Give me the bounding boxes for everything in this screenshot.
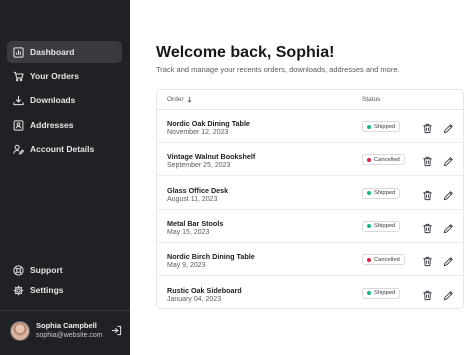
page-subtitle: Track and manage your recents orders, do… <box>156 65 400 74</box>
status-label: Shipped <box>374 123 396 130</box>
status-column-header: Status <box>362 96 381 103</box>
pencil-icon[interactable] <box>443 288 454 300</box>
order-date: November 12, 2023 <box>167 129 229 136</box>
pencil-icon[interactable] <box>443 154 454 167</box>
nav-label: Dashboard <box>30 47 75 57</box>
main-content: Welcome back, Sophia! Track and manage y… <box>130 0 474 355</box>
order-date: August 11, 2023 <box>167 195 218 203</box>
pencil-icon[interactable] <box>443 254 454 267</box>
table-header: Order Status <box>157 90 463 110</box>
user-edit-icon <box>13 144 24 155</box>
nav-label: Settings <box>30 285 64 295</box>
table-row[interactable]: Nordic Oak Dining Table November 12, 2023… <box>157 110 463 143</box>
status-label: Shipped <box>374 190 396 197</box>
trash-icon[interactable] <box>422 221 433 233</box>
table-row[interactable]: Nordic Birch Dining Table May 9, 2023 Canc… <box>157 243 463 277</box>
trash-icon[interactable] <box>422 188 433 200</box>
table-row[interactable]: Glass Office Desk August 11, 2023 Shipped <box>157 177 463 210</box>
nav-label: Downloads <box>30 95 76 105</box>
status-label: Cancelled <box>374 256 400 263</box>
nav-settings[interactable]: Settings <box>7 279 122 301</box>
chart-icon <box>13 46 24 58</box>
order-header-label: Order <box>167 96 184 103</box>
trash-icon[interactable] <box>422 288 433 300</box>
order-date: January 04, 2023 <box>167 295 222 303</box>
nav-label: Your Orders <box>30 71 79 81</box>
status-label: Shipped <box>374 290 396 296</box>
nav-downloads[interactable]: Downloads <box>7 89 122 111</box>
status-badge: Cancelled <box>362 254 405 266</box>
trash-icon[interactable] <box>422 154 433 167</box>
product-name: Nordic Oak Dining Table <box>167 119 250 128</box>
status-badge: Shipped <box>362 121 401 132</box>
page-title: Welcome back, Sophia! <box>156 44 335 61</box>
pencil-icon[interactable] <box>443 221 454 234</box>
status-dot <box>367 157 371 162</box>
sidebar: Dashboard Your Orders Downloads Addresse… <box>0 0 130 355</box>
table-row[interactable]: Rustic Oak Sideboard January 04, 2023 Ship… <box>157 277 463 310</box>
order-date: September 25, 2023 <box>167 162 231 170</box>
order-date: May 9, 2023 <box>167 262 206 270</box>
product-name: Metal Bar Stools <box>167 218 224 228</box>
status-dot <box>367 124 371 129</box>
pencil-icon[interactable] <box>443 188 454 200</box>
status-dot <box>367 224 371 229</box>
user-info: Sophia Campbell sophia@website.com <box>36 321 103 341</box>
nav-label: Support <box>30 265 63 275</box>
product-name: Rustic Oak Sideboard <box>167 285 242 295</box>
table-row[interactable]: Metal Bar Stools May 15, 2023 Shipped <box>157 210 463 243</box>
table-row[interactable]: Vintage Walnut Bookshelf September 25, 20… <box>157 143 463 177</box>
orders-table: Order Status Nordic Oak Dining Table Nove… <box>156 89 464 309</box>
order-column-header[interactable]: Order <box>167 96 193 103</box>
sidebar-divider <box>0 310 130 311</box>
nav-your-orders[interactable]: Your Orders <box>7 65 122 87</box>
cart-icon <box>13 71 24 82</box>
pencil-icon[interactable] <box>443 121 454 134</box>
product-name: Nordic Birch Dining Table <box>167 252 255 262</box>
user-email: sophia@website.com <box>36 332 103 339</box>
arrow-down-icon <box>187 96 192 103</box>
logout-icon[interactable] <box>111 323 122 336</box>
download-icon <box>13 95 24 106</box>
order-date: May 15, 2023 <box>167 228 210 236</box>
trash-icon[interactable] <box>422 121 433 134</box>
nav-dashboard[interactable]: Dashboard <box>7 41 122 63</box>
product-name: Glass Office Desk <box>167 185 229 195</box>
status-badge: Cancelled <box>362 154 405 166</box>
status-dot <box>367 291 371 295</box>
status-dot <box>367 257 371 262</box>
nav-account-details[interactable]: Account Details <box>7 138 122 160</box>
user-name: Sophia Campbell <box>36 321 97 330</box>
status-badge: Shipped <box>362 287 401 299</box>
status-badge: Shipped <box>362 220 401 232</box>
status-label: Shipped <box>374 223 396 230</box>
trash-icon[interactable] <box>422 254 433 267</box>
nav-label: Addresses <box>30 120 74 130</box>
address-book-icon <box>13 119 24 131</box>
avatar <box>10 321 30 341</box>
user-profile[interactable]: Sophia Campbell sophia@website.com <box>10 319 122 343</box>
nav-support[interactable]: Support <box>7 259 122 281</box>
lifebuoy-icon <box>13 264 24 276</box>
nav-addresses[interactable]: Addresses <box>7 114 122 136</box>
status-dot <box>367 191 371 196</box>
nav-label: Account Details <box>30 144 95 154</box>
product-name: Vintage Walnut Bookshelf <box>167 152 256 162</box>
status-label: Cancelled <box>374 156 400 163</box>
status-badge: Shipped <box>362 187 401 199</box>
gear-icon <box>13 285 24 296</box>
